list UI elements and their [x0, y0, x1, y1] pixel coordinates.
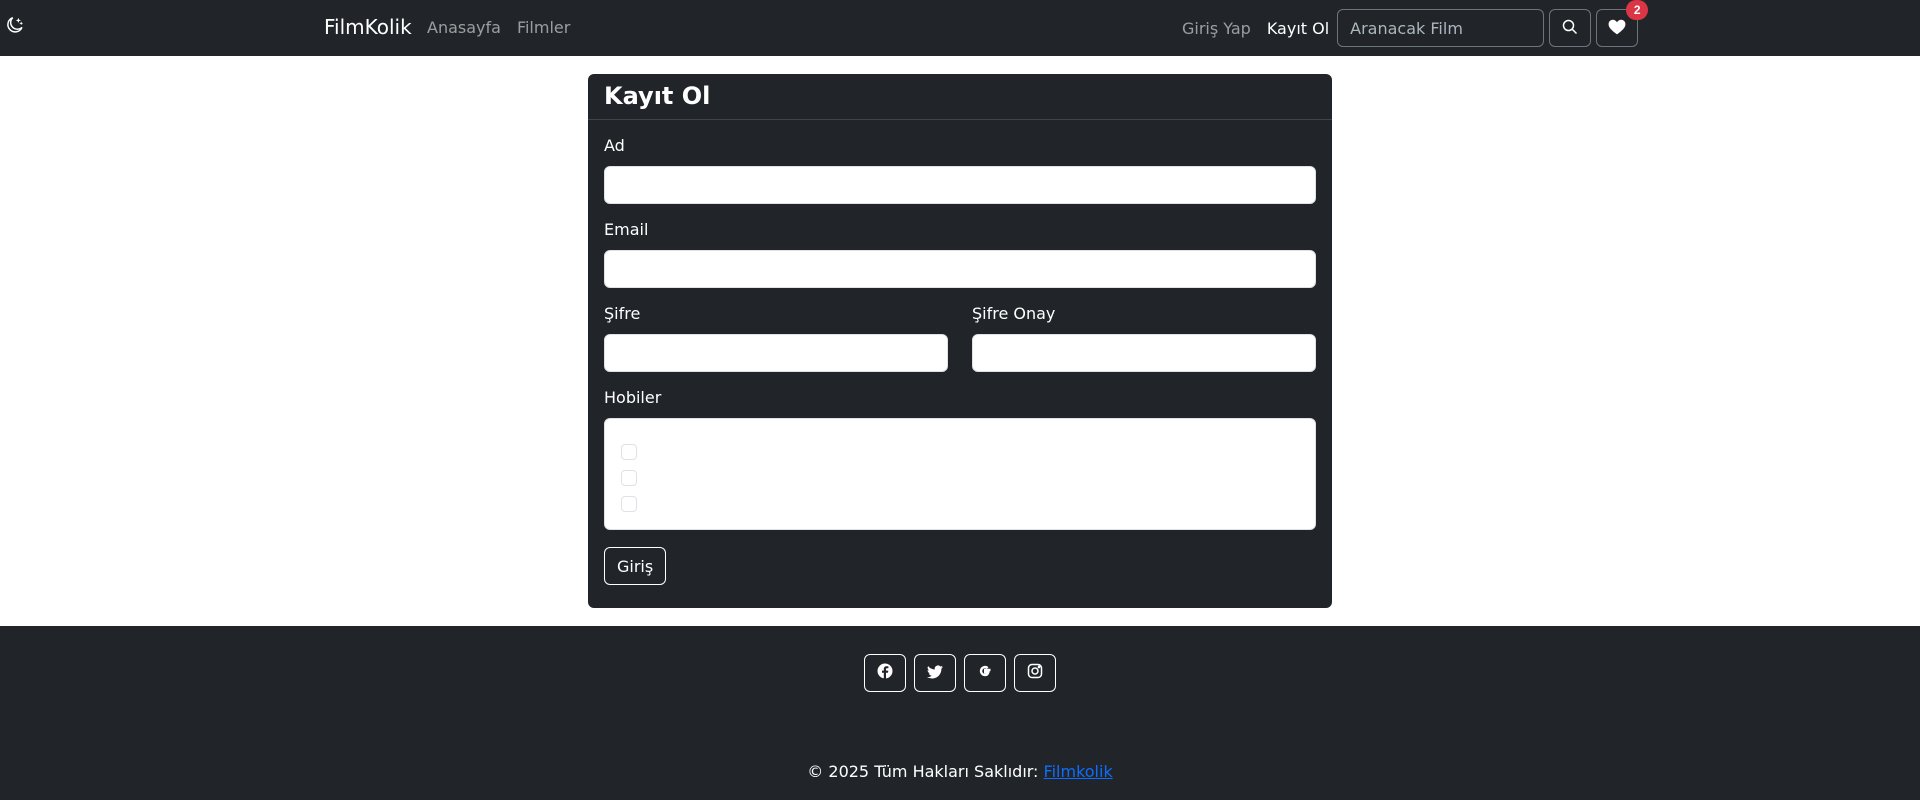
password-confirm-label: Şifre Onay	[972, 304, 1056, 323]
hobbies-list	[604, 418, 1316, 530]
favorites-count-badge: 2	[1626, 0, 1649, 20]
password-confirm-group: Şifre Onay	[972, 304, 1316, 372]
google-button[interactable]	[964, 654, 1006, 692]
email-label: Email	[604, 220, 649, 239]
password-row: Şifre Şifre Onay	[604, 304, 1316, 388]
favorites-button[interactable]: 2	[1596, 0, 1649, 47]
heart-icon	[1608, 19, 1626, 38]
password-label: Şifre	[604, 304, 641, 323]
hobby-checkbox[interactable]	[621, 470, 637, 486]
twitter-button[interactable]	[914, 654, 956, 692]
instagram-button[interactable]	[1014, 654, 1056, 692]
hobby-item	[621, 439, 1299, 465]
google-icon	[977, 663, 993, 683]
copyright: © 2025 Tüm Hakları Saklıdır: Filmkolik	[0, 762, 1920, 781]
instagram-icon	[1027, 663, 1043, 683]
register-card: Kayıt Ol Ad Email Şifre Şifre Onay Hobil…	[588, 74, 1332, 608]
nav-link-movies[interactable]: Filmler	[517, 18, 570, 37]
hobbies-label: Hobiler	[604, 388, 662, 407]
nav-links: Anasayfa Filmler	[427, 18, 570, 37]
twitter-icon	[927, 664, 943, 683]
copyright-text: © 2025 Tüm Hakları Saklıdır:	[807, 762, 1039, 781]
password-confirm-input[interactable]	[972, 334, 1316, 372]
moon-stars-icon[interactable]	[6, 16, 28, 38]
copyright-link[interactable]: Filmkolik	[1044, 762, 1113, 781]
register-card-title: Kayıt Ol	[588, 74, 1332, 120]
hobby-item	[621, 465, 1299, 491]
email-group: Email	[604, 220, 1316, 288]
name-label: Ad	[604, 136, 625, 155]
facebook-button[interactable]	[864, 654, 906, 692]
password-group: Şifre	[604, 304, 948, 372]
social-links	[864, 654, 1056, 692]
search-input[interactable]	[1337, 9, 1545, 47]
hobbies-group: Hobiler	[604, 388, 1316, 530]
footer: © 2025 Tüm Hakları Saklıdır: Filmkolik	[0, 626, 1920, 800]
email-input[interactable]	[604, 250, 1316, 288]
login-link[interactable]: Giriş Yap	[1182, 19, 1251, 38]
hobby-checkbox[interactable]	[621, 444, 637, 460]
facebook-icon	[877, 663, 893, 683]
nav-link-home[interactable]: Anasayfa	[427, 18, 501, 37]
hobby-checkbox[interactable]	[621, 496, 637, 512]
search-button[interactable]	[1549, 9, 1592, 47]
password-input[interactable]	[604, 334, 948, 372]
register-link[interactable]: Kayıt Ol	[1267, 19, 1329, 38]
name-input[interactable]	[604, 166, 1316, 204]
name-group: Ad	[604, 136, 1316, 204]
submit-button[interactable]: Giriş	[604, 547, 667, 585]
nav-right: Giriş Yap Kayıt Ol 2	[1182, 0, 1649, 47]
hobby-item	[621, 491, 1299, 517]
brand-logo[interactable]: FilmKolik	[324, 15, 412, 39]
search-icon	[1562, 19, 1578, 38]
navbar: FilmKolik Anasayfa Filmler Giriş Yap Kay…	[0, 0, 1920, 56]
register-form: Ad Email Şifre Şifre Onay Hobiler Giriş	[588, 120, 1332, 601]
